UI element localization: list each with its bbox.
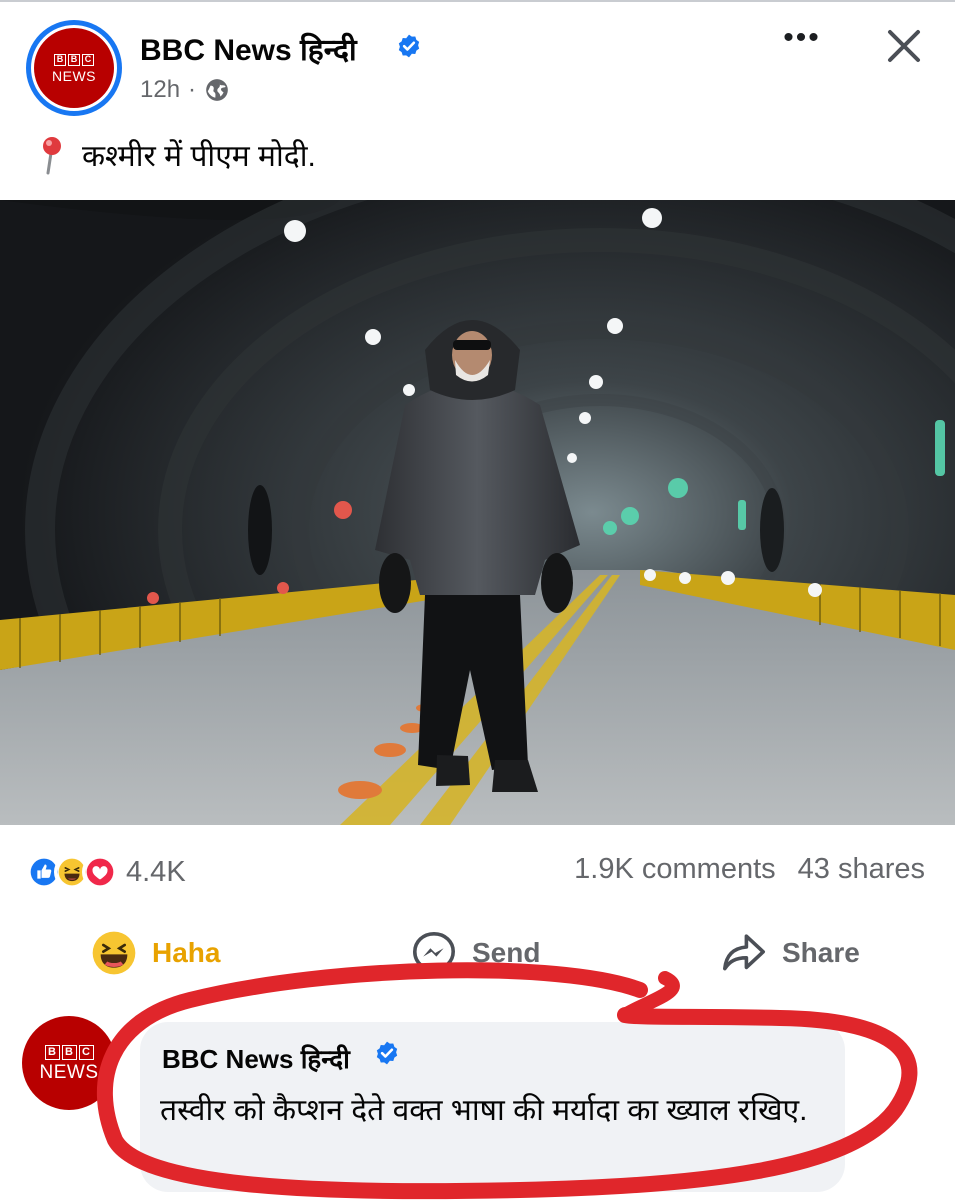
bbc-block-b1: B <box>54 53 66 66</box>
comment-bbc-news-word: NEWS <box>39 1061 99 1083</box>
share-arrow-icon <box>723 934 765 971</box>
page-name-link[interactable]: BBC News हिन्दी <box>140 28 357 69</box>
post-time[interactable]: 12h <box>140 76 180 104</box>
comment-author-avatar[interactable]: B B C NEWS <box>22 1016 116 1110</box>
post-caption: कश्मीर में पीएम मोदी. <box>38 134 316 175</box>
comment-bbc-block-c: C <box>78 1044 94 1060</box>
reaction-count: 4.4K <box>126 855 186 888</box>
more-options-icon[interactable]: ••• <box>780 23 824 58</box>
bbc-block-b2: B <box>68 53 80 66</box>
haha-face-icon <box>92 931 136 975</box>
caption-text: कश्मीर में पीएम मोदी. <box>82 140 316 173</box>
bbc-news-logo: B B C NEWS <box>34 28 114 108</box>
verified-badge-icon <box>398 34 420 58</box>
comment-author-name[interactable]: BBC News हिन्दी <box>162 1040 350 1076</box>
meta-separator: · <box>188 76 197 103</box>
close-icon[interactable] <box>880 22 928 70</box>
post-photo[interactable] <box>0 200 955 825</box>
bbc-news-word: NEWS <box>52 67 96 84</box>
comment-bbc-block-b2: B <box>61 1044 77 1060</box>
send-button[interactable]: Send <box>410 925 540 981</box>
comments-count-link[interactable]: 1.9K comments <box>574 853 775 886</box>
page-avatar[interactable]: B B C NEWS <box>26 20 122 116</box>
love-reaction-icon <box>82 854 118 890</box>
share-label: Share <box>782 937 860 968</box>
haha-label: Haha <box>152 937 221 968</box>
bbc-logo-blocks: B B C <box>54 53 94 66</box>
shares-count-link[interactable]: 43 shares <box>798 853 925 886</box>
send-label: Send <box>472 937 541 968</box>
comment-verified-badge-icon <box>376 1041 398 1065</box>
comment-bbc-block-b1: B <box>44 1044 60 1060</box>
comment-text: तस्वीर को कैप्शन देते वक्त भाषा की मर्या… <box>160 1094 808 1127</box>
messenger-icon <box>412 931 456 976</box>
location-pin-icon <box>43 136 61 174</box>
comment-bbc-logo-blocks: B B C <box>44 1044 94 1060</box>
post-header: B B C NEWS BBC News हिन्दी 12h · ••• <box>0 0 955 120</box>
tunnel-photo-illustration <box>0 200 955 825</box>
engagement-stats: 1.9K comments 43 shares <box>574 853 925 886</box>
post-meta: 12h · <box>140 76 230 104</box>
haha-reaction-button[interactable]: Haha <box>90 925 220 981</box>
globe-icon <box>206 79 228 101</box>
share-button[interactable]: Share <box>720 925 860 981</box>
post-actions: Haha Send Share <box>0 925 955 981</box>
bbc-block-c: C <box>82 53 94 66</box>
reaction-summary[interactable]: 4.4K <box>26 852 186 892</box>
